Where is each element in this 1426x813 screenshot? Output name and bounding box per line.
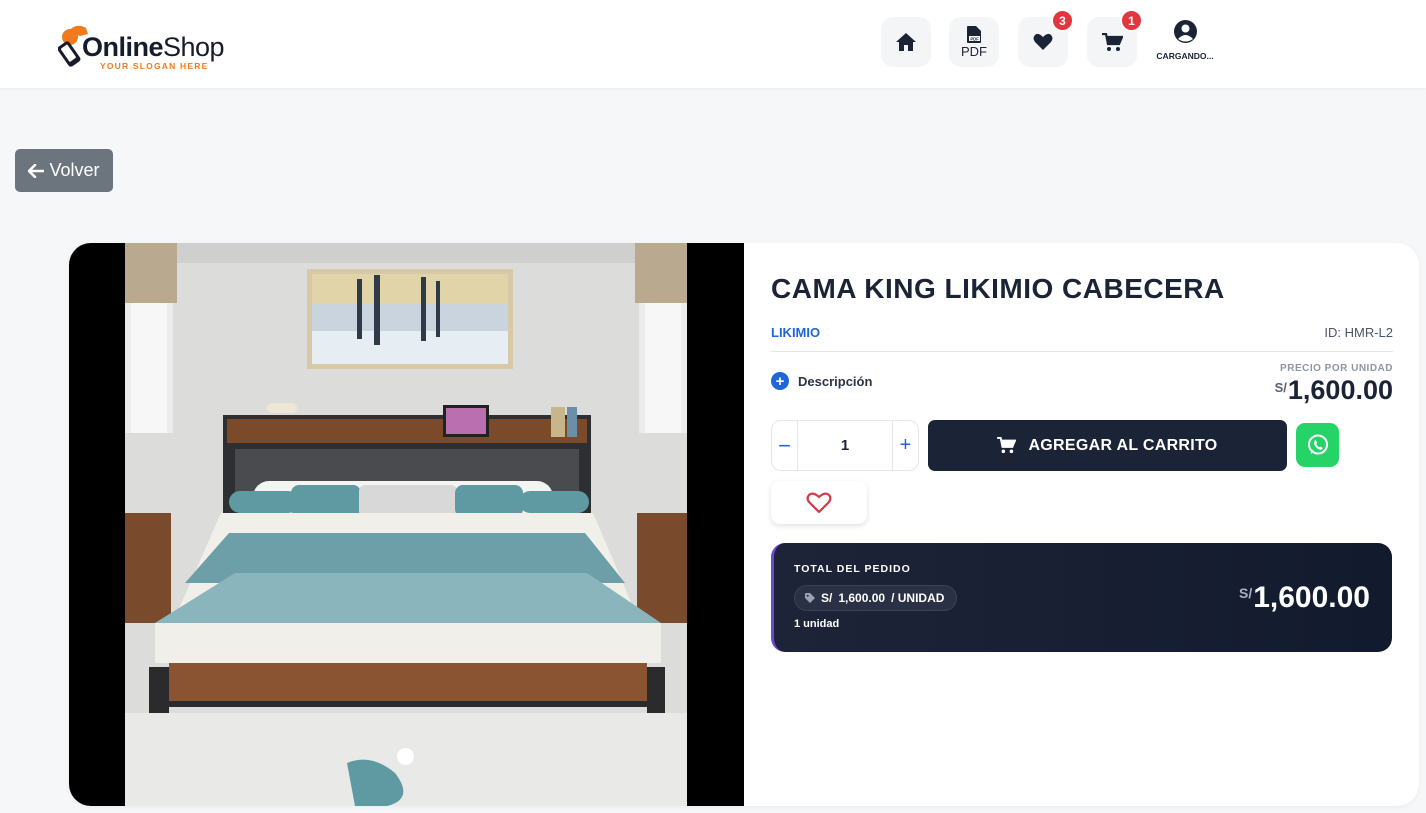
favorites-badge: 3 — [1051, 9, 1074, 32]
user-circle-icon — [1173, 20, 1197, 43]
order-total: S/ 1,600.00 — [1239, 581, 1370, 615]
description-toggle[interactable]: + Descripción — [771, 372, 872, 390]
back-label: Volver — [49, 160, 100, 180]
order-total-panel: TOTAL DEL PEDIDO S/ 1,600.00 / UNIDAD 1 … — [771, 543, 1392, 652]
add-to-favorites-button[interactable] — [771, 481, 867, 524]
tag-icon — [805, 593, 815, 603]
description-label: Descripción — [798, 373, 873, 389]
pill-currency: S/ — [821, 591, 833, 605]
product-image — [125, 243, 687, 806]
arrow-left-icon — [28, 163, 45, 178]
logo-slogan: YOUR SLOGAN HERE — [100, 61, 209, 71]
user-menu[interactable]: CARGANDO... — [1150, 20, 1220, 61]
price-per-unit-pill: S/ 1,600.00 / UNIDAD — [794, 585, 958, 611]
unit-price-currency: S/ — [1274, 380, 1287, 395]
pdf-file-icon: PDF — [966, 25, 981, 43]
order-units: 1 unidad — [794, 618, 840, 630]
whatsapp-icon — [1307, 434, 1328, 455]
order-total-currency: S/ — [1238, 585, 1253, 601]
gallery-dot[interactable] — [397, 748, 414, 765]
logo-text: OnlineShop — [82, 32, 225, 62]
favorites-button[interactable]: 3 — [1018, 9, 1074, 67]
product-title: CAMA KING LIKIMIO CABECERA — [771, 273, 1225, 304]
cart-badge: 1 — [1120, 9, 1143, 32]
svg-text:PDF: PDF — [970, 36, 979, 41]
pdf-button[interactable]: PDF PDF — [949, 17, 999, 67]
home-button[interactable] — [881, 17, 931, 67]
quantity-increase-button[interactable]: + — [892, 421, 918, 470]
cart-button[interactable]: 1 — [1087, 9, 1143, 67]
product-card: CAMA KING LIKIMIO CABECERA LIKIMIO ID: H… — [69, 243, 1419, 806]
top-header: OnlineShop YOUR SLOGAN HERE PDF PDF 3 1 … — [0, 0, 1426, 88]
unit-price: S/ 1,600.00 — [1275, 375, 1393, 406]
product-brand[interactable]: LIKIMIO — [771, 325, 820, 340]
back-button[interactable]: Volver — [15, 149, 113, 192]
order-total-amount: 1,600.00 — [1253, 581, 1370, 614]
unit-price-amount: 1,600.00 — [1287, 375, 1393, 405]
cart-icon — [1101, 32, 1123, 51]
quantity-stepper: − 1 + — [771, 420, 919, 471]
heart-outline-icon — [806, 492, 832, 513]
product-id: ID: HMR-L2 — [1324, 325, 1393, 340]
add-to-cart-button[interactable]: AGREGAR AL CARRITO — [928, 420, 1287, 471]
product-gallery[interactable] — [69, 243, 744, 806]
product-details: CAMA KING LIKIMIO CABECERA LIKIMIO ID: H… — [771, 243, 1393, 806]
plus-circle-icon: + — [771, 372, 789, 390]
pill-amount: 1,600.00 — [838, 591, 886, 605]
unit-price-label: PRECIO POR UNIDAD — [1280, 363, 1393, 374]
heart-icon — [1033, 33, 1053, 50]
logo[interactable]: OnlineShop YOUR SLOGAN HERE — [56, 14, 236, 76]
pdf-label: PDF — [961, 43, 987, 59]
quantity-input[interactable]: 1 — [798, 421, 892, 470]
user-label: CARGANDO... — [1156, 51, 1214, 61]
add-to-cart-label: AGREGAR AL CARRITO — [1028, 436, 1218, 454]
pill-unit: / UNIDAD — [891, 591, 945, 605]
home-icon — [896, 33, 916, 51]
quantity-decrease-button[interactable]: − — [772, 421, 798, 470]
whatsapp-button[interactable] — [1296, 423, 1339, 467]
order-total-label: TOTAL DEL PEDIDO — [794, 563, 911, 575]
cart-icon — [997, 437, 1017, 454]
divider — [771, 351, 1393, 352]
